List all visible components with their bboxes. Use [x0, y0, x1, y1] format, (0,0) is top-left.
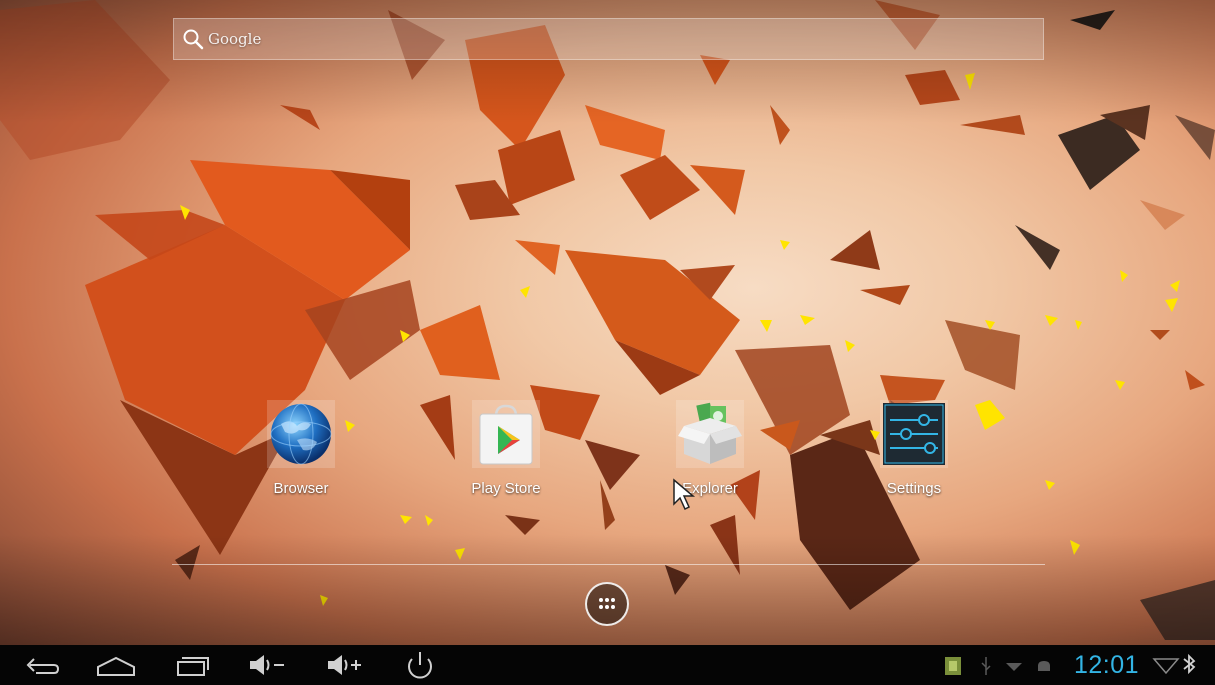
grid-icon	[599, 598, 615, 609]
android-debug-icon	[1038, 661, 1050, 671]
power-icon	[408, 652, 432, 679]
back-arrow-icon	[26, 658, 60, 674]
usb-icon	[981, 657, 991, 675]
app-label: Play Store	[471, 480, 541, 497]
search-bar-label: Google	[208, 30, 262, 48]
app-label: Settings	[886, 480, 942, 497]
recent-apps-button[interactable]	[162, 645, 222, 685]
google-search-bar[interactable]: Google	[173, 18, 1044, 60]
app-label: Browser	[273, 480, 329, 497]
home-button[interactable]	[86, 645, 146, 685]
home-screen: Google Browser Play Store Explorer Setti…	[0, 0, 1215, 685]
volume-up-button[interactable]	[316, 645, 376, 685]
app-play-store[interactable]: Play Store	[451, 400, 561, 510]
bluetooth-icon	[1183, 653, 1196, 675]
globe-icon	[270, 403, 332, 465]
status-clock: 12:01	[1074, 651, 1140, 679]
volume-down-icon	[250, 655, 284, 675]
settings-sliders-icon	[883, 403, 945, 465]
app-browser[interactable]: Browser	[246, 400, 356, 510]
app-settings[interactable]: Settings	[859, 400, 969, 510]
explorer-box-icon	[678, 402, 742, 464]
volume-down-button[interactable]	[238, 645, 298, 685]
magnifier-icon	[183, 29, 204, 50]
navigation-bar: 12:01	[0, 645, 1215, 685]
wifi-signal-icon	[1006, 663, 1022, 671]
volume-up-icon	[328, 655, 361, 675]
power-button[interactable]	[390, 645, 450, 685]
play-store-bag-icon	[479, 404, 533, 465]
wifi-outline-icon	[1152, 658, 1180, 675]
status-right-icons	[1152, 653, 1196, 675]
home-icon	[97, 656, 135, 676]
dock-divider	[172, 564, 1045, 565]
back-button[interactable]	[10, 645, 70, 685]
mouse-cursor-icon	[673, 478, 696, 511]
all-apps-button[interactable]	[585, 582, 629, 626]
status-icons	[945, 657, 1050, 675]
recent-apps-icon	[177, 657, 209, 676]
